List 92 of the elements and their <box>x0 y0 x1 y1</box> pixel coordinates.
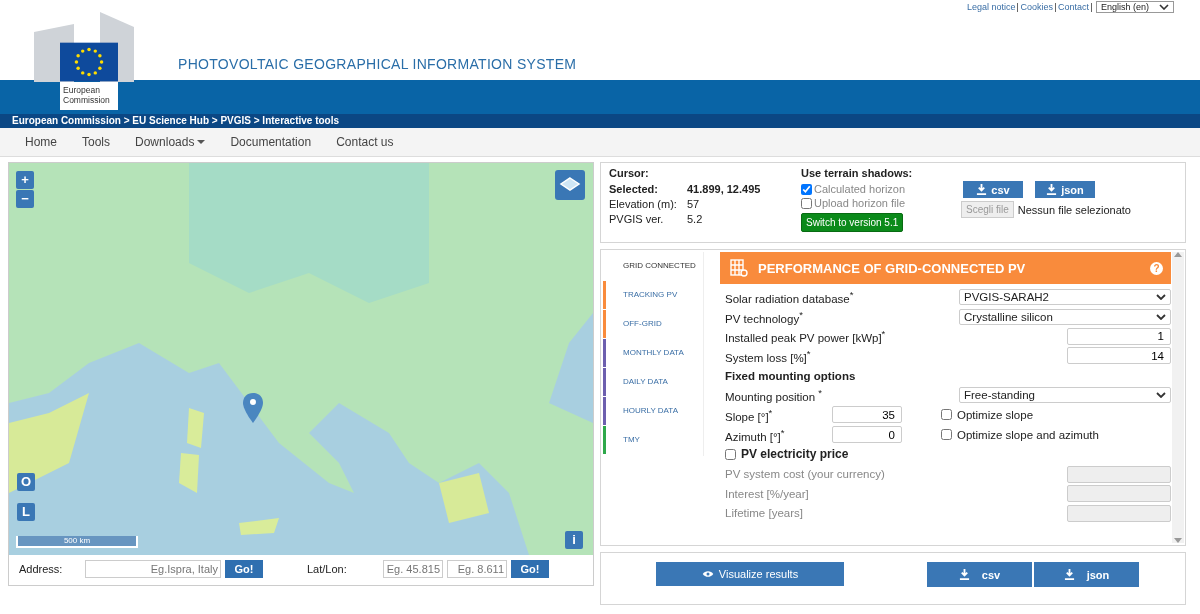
angle-field[interactable]: 0 <box>832 426 902 444</box>
scale-bar: 500 km <box>16 536 138 548</box>
eye-icon <box>701 570 714 578</box>
download-button[interactable]: csv <box>963 181 1023 198</box>
field-label: PV system cost (your currency) <box>725 468 886 481</box>
tool-tab[interactable]: MONTHLY DATA <box>603 339 703 367</box>
go-button[interactable]: Go! <box>225 560 263 578</box>
nav-item[interactable]: Tools <box>82 135 111 149</box>
latitude-field[interactable]: Eg. 45.815 <box>383 560 443 578</box>
chevron-icon <box>1156 293 1166 300</box>
breadcrumb: European Commission > EU Science Hub > PVGIS > Interactive tools <box>12 115 340 126</box>
info-value: 57 <box>687 198 700 210</box>
panel-title: PERFORMANCE OF GRID-CONNECTED PV <box>758 260 1027 276</box>
tool-tab[interactable]: HOURLY DATA <box>603 397 703 425</box>
horizon-checkbox[interactable] <box>801 183 812 195</box>
field-label: Azimuth [°]$^{*}$ <box>725 426 786 443</box>
info-label: Elevation (m): <box>609 198 678 210</box>
map-pin-icon[interactable] <box>243 393 263 423</box>
terrain-title: Use terrain shadows: <box>801 167 914 179</box>
l-button[interactable]: L <box>17 503 35 521</box>
nav-item[interactable]: Contact us <box>336 135 394 149</box>
scroll-down-icon[interactable] <box>1174 538 1182 543</box>
layers-button[interactable] <box>555 170 585 200</box>
switch-version-button[interactable]: Switch to version 5.1 <box>801 213 904 232</box>
zoom-in-button[interactable]: + <box>16 171 34 189</box>
field-label: System loss [%]$^{*}$ <box>725 348 812 364</box>
solar-panel-icon <box>730 259 748 277</box>
info-value: 5.2 <box>687 213 703 225</box>
field-label: Slope [°]$^{*}$ <box>725 407 774 423</box>
field-label: Installed peak PV power [kWp]$^{*}$ <box>725 328 887 345</box>
optimize-checkbox[interactable] <box>941 409 952 421</box>
info-button[interactable]: i <box>565 531 583 549</box>
address-label: Address: <box>19 563 64 575</box>
tool-tab[interactable]: TRACKING PV <box>603 281 703 309</box>
dropdown[interactable]: PVGIS-SARAH2 <box>959 288 1171 305</box>
info-value: 41.899, 12.495 <box>687 183 761 195</box>
horizon-checkbox[interactable] <box>801 197 812 209</box>
field-label: Interest [%/year] <box>725 487 810 500</box>
field-label: Mounting position $^{*}$ <box>725 387 824 404</box>
checkbox-label: PV electricity price <box>741 447 849 462</box>
o-button[interactable]: O <box>17 473 35 491</box>
info-label: PVGIS ver. <box>609 213 665 225</box>
download-icon <box>1046 184 1058 195</box>
field-label: Solar radiation database$^{*}$ <box>725 288 855 305</box>
logo-text: European Commission <box>60 82 118 110</box>
top-link[interactable]: Cookies <box>1018 2 1055 12</box>
download-button[interactable]: json <box>1035 181 1095 198</box>
nav-item[interactable]: Downloads <box>135 135 206 149</box>
download-button[interactable]: csv <box>927 562 1032 587</box>
checkbox-label: Optimize slope and azimuth <box>957 428 1099 441</box>
checkbox-label: Calculated horizon <box>814 183 906 195</box>
longitude-field[interactable]: Eg. 8.611 <box>447 560 507 578</box>
chevron-icon <box>1156 392 1166 399</box>
dropdown[interactable]: Crystalline silicon <box>959 308 1171 325</box>
number-field[interactable]: 1 <box>1067 327 1171 345</box>
price-checkbox[interactable] <box>725 448 736 460</box>
tool-tab[interactable]: DAILY DATA <box>603 368 703 396</box>
download-icon <box>976 184 988 195</box>
chevron-icon <box>1159 4 1169 10</box>
tool-tab[interactable]: OFF-GRID <box>603 310 703 338</box>
info-label: Selected: <box>609 183 659 195</box>
optimize-checkbox[interactable] <box>941 429 952 441</box>
top-link[interactable]: Legal notice <box>964 2 1018 12</box>
latlon-label: Lat/Lon: <box>307 563 348 575</box>
scroll-up-icon[interactable] <box>1174 252 1182 257</box>
download-icon <box>1063 569 1075 580</box>
dropdown[interactable]: Free-standing <box>959 387 1171 404</box>
number-field[interactable]: 14 <box>1067 347 1171 365</box>
site-title: PHOTOVOLTAIC GEOGRAPHICAL INFORMATION SYSTEM <box>178 56 577 72</box>
scrollbar[interactable] <box>1172 252 1184 543</box>
cursor-label: Cursor: <box>609 167 650 179</box>
chevron-icon <box>1156 313 1166 320</box>
angle-field[interactable]: 35 <box>832 406 902 424</box>
nav-item[interactable]: Documentation <box>230 135 312 149</box>
field-label: Lifetime [years] <box>725 507 804 520</box>
language-select[interactable]: English (en) <box>1095 1 1174 13</box>
nav-item[interactable]: Home <box>25 135 57 149</box>
file-status: Nessun file selezionato <box>1017 203 1131 216</box>
tool-tab[interactable]: TMY <box>603 426 703 454</box>
zoom-out-button[interactable]: − <box>16 190 34 208</box>
top-link[interactable]: Contact <box>1055 2 1091 12</box>
download-button[interactable]: json <box>1034 562 1139 587</box>
checkbox-label: Upload horizon file <box>814 197 906 209</box>
eu-flag-icon <box>60 42 118 82</box>
section-heading: Fixed mounting options <box>725 369 856 382</box>
caret-icon <box>197 140 206 144</box>
visualize-results-button[interactable]: Visualize results <box>656 562 844 586</box>
checkbox-label: Optimize slope <box>957 408 1034 421</box>
download-icon <box>958 569 970 580</box>
go-button[interactable]: Go! <box>511 560 549 578</box>
field-label: PV technology$^{*}$ <box>725 308 804 325</box>
address-field[interactable]: Eg.Ispra, Italy <box>85 560 221 578</box>
